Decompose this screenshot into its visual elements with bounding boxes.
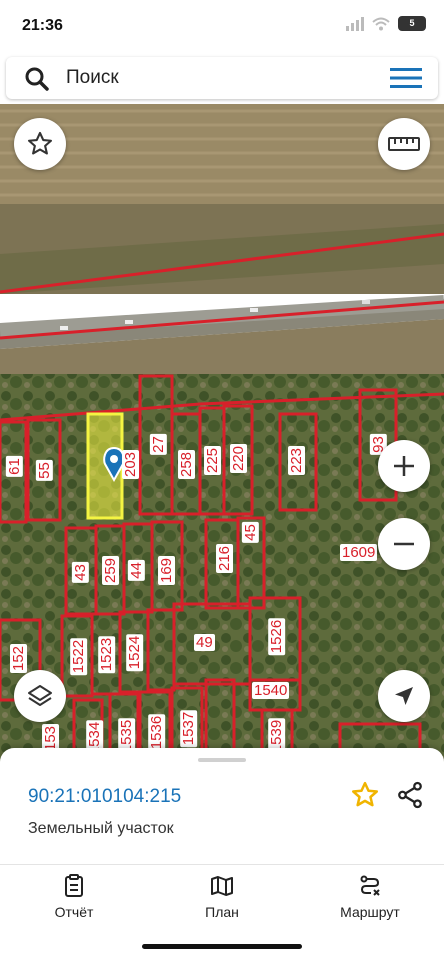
parcel-label[interactable]: 1537 bbox=[180, 709, 198, 748]
search-input[interactable]: Поиск bbox=[66, 67, 119, 89]
battery-icon: 5 bbox=[398, 16, 426, 31]
satellite-map[interactable]: 61 55 203 27 258 225 220 223 93 1609 45 … bbox=[0, 104, 444, 764]
parcel-label[interactable]: 225 bbox=[204, 445, 222, 476]
parcel-label[interactable]: 1524 bbox=[126, 633, 144, 672]
report-button[interactable]: Отчёт bbox=[14, 872, 134, 920]
home-indicator[interactable] bbox=[142, 944, 302, 949]
sheet-divider bbox=[0, 864, 444, 865]
parcel-type-label: Земельный участок bbox=[28, 820, 174, 837]
route-label: Маршрут bbox=[340, 904, 400, 920]
parcel-label[interactable]: 1526 bbox=[268, 617, 286, 656]
parcel-label[interactable]: 1536 bbox=[148, 713, 166, 752]
my-location-button[interactable] bbox=[378, 670, 430, 722]
parcel-label[interactable]: 55 bbox=[35, 460, 53, 481]
parcel-label[interactable]: 61 bbox=[5, 456, 23, 477]
map-plan-icon bbox=[211, 876, 233, 896]
parcel-label[interactable]: 220 bbox=[230, 443, 248, 474]
report-label: Отчёт bbox=[54, 904, 94, 920]
parcel-info-sheet[interactable]: 90:21:010104:215 Земельный участок Отчёт bbox=[0, 748, 444, 960]
parcel-label[interactable]: 1609 bbox=[340, 544, 378, 561]
report-icon bbox=[65, 874, 83, 897]
route-button[interactable]: Маршрут bbox=[310, 872, 430, 920]
parcel-label[interactable]: 43 bbox=[71, 562, 89, 583]
parcel-label[interactable]: 259 bbox=[102, 555, 120, 586]
status-bar: 21:36 5 bbox=[0, 0, 444, 52]
share-icon[interactable] bbox=[395, 780, 425, 810]
parcel-label[interactable]: 258 bbox=[178, 449, 196, 480]
route-icon bbox=[360, 875, 380, 896]
parcel-label[interactable]: 44 bbox=[127, 560, 145, 581]
cellular-signal-icon bbox=[346, 16, 364, 31]
search-bar[interactable]: Поиск bbox=[6, 57, 438, 99]
status-time: 21:36 bbox=[22, 17, 63, 34]
parcel-label[interactable]: 216 bbox=[216, 543, 234, 574]
parcel-label[interactable]: 27 bbox=[149, 434, 167, 455]
star-outline-icon bbox=[27, 131, 53, 155]
favorite-map-button[interactable] bbox=[14, 118, 66, 170]
navigation-arrow-icon bbox=[395, 687, 413, 705]
ruler-icon bbox=[388, 137, 420, 151]
parcel-label[interactable]: 169 bbox=[158, 555, 176, 586]
zoom-out-button[interactable] bbox=[378, 518, 430, 570]
parcel-label[interactable]: 1522 bbox=[70, 637, 88, 676]
layers-button[interactable] bbox=[14, 670, 66, 722]
favorite-star-icon[interactable] bbox=[350, 780, 380, 810]
wifi-icon bbox=[372, 17, 390, 30]
ruler-button[interactable] bbox=[378, 118, 430, 170]
layers-icon bbox=[28, 685, 52, 706]
cadastral-number[interactable]: 90:21:010104:215 bbox=[28, 786, 181, 808]
parcel-label[interactable]: 49 bbox=[194, 634, 215, 651]
parcel-label[interactable]: 152 bbox=[10, 643, 28, 674]
parcel-label[interactable]: 1523 bbox=[98, 635, 116, 674]
status-icons: 5 bbox=[346, 16, 426, 31]
sheet-drag-handle[interactable] bbox=[198, 758, 246, 762]
parcel-label[interactable]: 45 bbox=[241, 522, 259, 543]
minus-icon bbox=[394, 542, 414, 546]
plan-label: План bbox=[205, 904, 239, 920]
parcel-label[interactable]: 223 bbox=[288, 445, 306, 476]
parcel-label[interactable]: 1540 bbox=[252, 682, 290, 699]
menu-icon[interactable] bbox=[390, 67, 422, 89]
zoom-in-button[interactable] bbox=[378, 440, 430, 492]
plus-icon bbox=[394, 456, 414, 476]
search-icon bbox=[25, 67, 49, 91]
plan-button[interactable]: План bbox=[162, 872, 282, 920]
parcel-label[interactable]: 203 bbox=[122, 449, 140, 480]
